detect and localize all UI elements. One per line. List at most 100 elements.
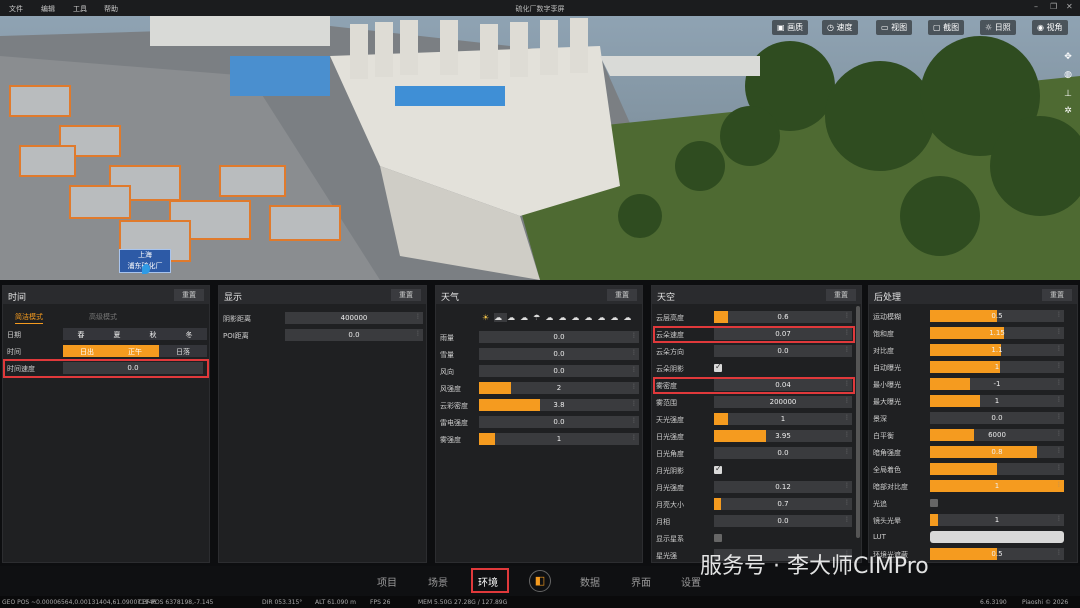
setting-row: POI距离 0.0 ⋮: [219, 329, 426, 341]
close-icon[interactable]: ✕: [1066, 2, 1073, 11]
slider-field[interactable]: 0.12 ⋮: [714, 481, 852, 493]
slider-field[interactable]: 0.6 ⋮: [714, 311, 852, 323]
slider-field[interactable]: 1 ⋮: [714, 413, 852, 425]
weather-type-icons[interactable]: ☀☁☁☁☂☁☁☁☁☁☁☁: [482, 313, 636, 322]
minimize-icon[interactable]: –: [1034, 2, 1038, 11]
fog-icon[interactable]: ☁: [623, 313, 636, 322]
tab-scene[interactable]: 场景: [428, 574, 448, 589]
setting-label: 显示星系: [656, 535, 684, 543]
drag-handle-icon: ⋮: [1056, 430, 1062, 437]
compass-icon[interactable]: ⊥: [1062, 89, 1074, 99]
tab-settings[interactable]: 设置: [681, 574, 701, 589]
slider-field[interactable]: 0.0 ⋮: [479, 365, 639, 377]
slider-field[interactable]: 3.8 ⋮: [479, 399, 639, 411]
slider-field[interactable]: ⋮: [930, 463, 1064, 475]
slider-field[interactable]: 3.95 ⋮: [714, 430, 852, 442]
tab-project[interactable]: 项目: [377, 574, 397, 589]
quality-button[interactable]: ▣ 画质: [772, 20, 809, 35]
setting-label: 自动曝光: [873, 364, 901, 372]
slider-field[interactable]: 1 ⋮: [930, 514, 1064, 526]
move-icon[interactable]: ✥: [1062, 52, 1074, 62]
slider-field[interactable]: 0.0 ⋮: [930, 412, 1064, 424]
menu-tools[interactable]: 工具: [73, 4, 87, 14]
reset-button[interactable]: 重置: [607, 289, 637, 301]
lut-field[interactable]: [930, 531, 1064, 543]
tab-data[interactable]: 数据: [580, 574, 600, 589]
slider-field[interactable]: 0.0 ⋮: [479, 348, 639, 360]
drag-handle-icon: ⋮: [1056, 362, 1062, 369]
season-autumn[interactable]: 秋: [135, 330, 171, 340]
reset-button[interactable]: 重置: [391, 289, 421, 301]
shower-icon[interactable]: ☁: [558, 313, 571, 322]
scene-viewport[interactable]: ▣ 画质 ◷ 速度 ▭ 视图 ▢ 截图 ☼ 日照 ◉ 视角 ✥ ◍ ⊥ ✲ 上海…: [0, 16, 1080, 280]
cloud-sun-icon[interactable]: ☁: [494, 313, 508, 322]
rain-icon[interactable]: ☂: [533, 313, 545, 322]
time-sunset[interactable]: 日落: [159, 347, 207, 357]
slider-field[interactable]: 0.0 ⋮: [714, 515, 852, 527]
sleet-icon[interactable]: ☁: [597, 313, 610, 322]
cloud-icon[interactable]: ☁: [520, 313, 533, 322]
setting-row: 显示星系: [652, 532, 861, 544]
drizzle-icon[interactable]: ☁: [545, 313, 558, 322]
slider-field[interactable]: 1 ⋮: [930, 395, 1064, 407]
time-noon[interactable]: 正午: [111, 347, 159, 357]
setting-row: 云朵阴影: [652, 362, 861, 374]
menu-edit[interactable]: 编辑: [41, 4, 55, 14]
season-spring[interactable]: 春: [63, 330, 99, 340]
panel-title: 天空: [657, 293, 676, 303]
slider-field[interactable]: 1 ⋮: [479, 433, 639, 445]
blizzard-icon[interactable]: ☁: [610, 313, 623, 322]
slider-field[interactable]: -1 ⋮: [930, 378, 1064, 390]
slider-field[interactable]: 0.0 ⋮: [285, 329, 423, 341]
season-summer[interactable]: 夏: [99, 330, 135, 340]
checkbox[interactable]: [714, 464, 722, 474]
checkbox[interactable]: [714, 362, 722, 372]
perspective-button[interactable]: ◉ 视角: [1032, 20, 1068, 35]
slider-field[interactable]: 1 ⋮: [930, 480, 1064, 492]
slider-field[interactable]: 0.0 ⋮: [479, 416, 639, 428]
slider-field[interactable]: 1.15 ⋮: [930, 327, 1064, 339]
menu-help[interactable]: 帮助: [104, 4, 118, 14]
reset-button[interactable]: 重置: [1042, 289, 1072, 301]
slider-field[interactable]: 0.0 ⋮: [714, 345, 852, 357]
slider-field[interactable]: 2 ⋮: [479, 382, 639, 394]
screenshot-button[interactable]: ▢ 截图: [928, 20, 965, 35]
slider-field[interactable]: 0.0 ⋮: [479, 331, 639, 343]
snow-icon[interactable]: ☁: [584, 313, 597, 322]
slider-field[interactable]: 200000 ⋮: [714, 396, 852, 408]
sky-scrollbar[interactable]: [856, 306, 860, 538]
drag-handle-icon: ⋮: [1056, 413, 1062, 420]
slider-field[interactable]: 0.8 ⋮: [930, 446, 1064, 458]
partly-cloudy-icon[interactable]: ☁: [507, 313, 520, 322]
slider-field[interactable]: 0.5 ⋮: [930, 310, 1064, 322]
slider-field[interactable]: 1 ⋮: [930, 361, 1064, 373]
reset-button[interactable]: 重置: [826, 289, 856, 301]
setting-label: 日光角度: [656, 450, 684, 458]
slider-field[interactable]: 0.7 ⋮: [714, 498, 852, 510]
season-winter[interactable]: 冬: [171, 330, 207, 340]
slider-field[interactable]: 1.1 ⋮: [930, 344, 1064, 356]
setting-label: 运动模糊: [873, 313, 901, 321]
time-sunrise[interactable]: 日出: [63, 347, 111, 357]
sunlight-button[interactable]: ☼ 日照: [980, 20, 1016, 35]
tab-interface[interactable]: 界面: [631, 574, 651, 589]
checkbox[interactable]: [714, 534, 722, 542]
reset-button[interactable]: 重置: [174, 289, 204, 301]
restore-icon[interactable]: ❐: [1050, 2, 1057, 11]
settings-icon[interactable]: ✲: [1062, 106, 1074, 116]
sun-icon[interactable]: ☀: [482, 313, 494, 322]
speed-button[interactable]: ◷ 速度: [822, 20, 858, 35]
slider-field[interactable]: 0.5 ⋮: [930, 548, 1064, 560]
tab-simple[interactable]: 简洁模式: [15, 312, 43, 324]
menu-file[interactable]: 文件: [9, 4, 23, 14]
globe-icon[interactable]: ◍: [1062, 70, 1074, 80]
setting-label: 月光阴影: [656, 467, 684, 475]
view-button[interactable]: ▭ 视图: [876, 20, 913, 35]
slider-field[interactable]: 400000 ⋮: [285, 312, 423, 324]
home-icon[interactable]: ◧: [529, 570, 551, 592]
storm-icon[interactable]: ☁: [571, 313, 584, 322]
tab-advanced[interactable]: 高级模式: [89, 312, 117, 322]
slider-field[interactable]: 6000 ⋮: [930, 429, 1064, 441]
checkbox[interactable]: [930, 499, 938, 507]
slider-field[interactable]: 0.0 ⋮: [714, 447, 852, 459]
